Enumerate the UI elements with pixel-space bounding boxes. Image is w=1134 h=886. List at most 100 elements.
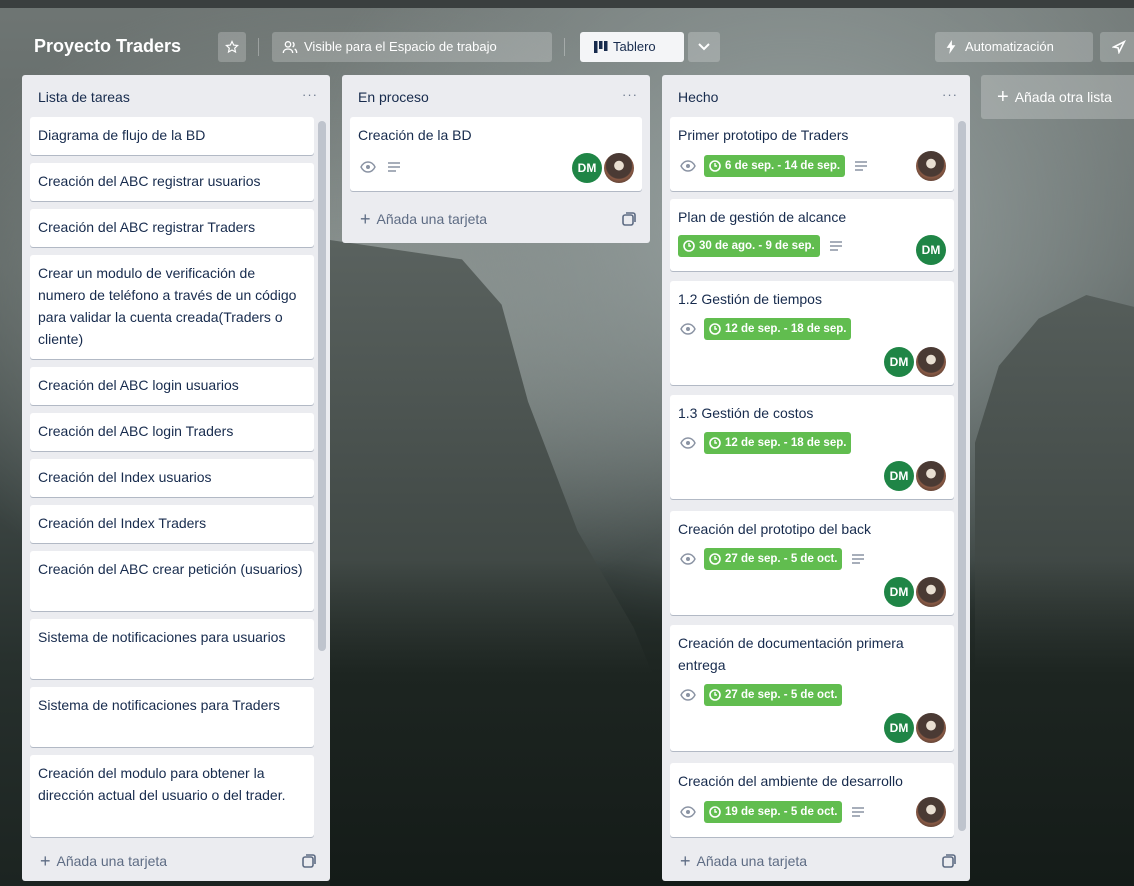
card[interactable]: Sistema de notificaciones para Traders xyxy=(30,687,314,747)
view-dropdown-button[interactable] xyxy=(688,32,720,62)
list-scrollbar[interactable] xyxy=(318,121,326,651)
list-header[interactable]: En proceso ··· xyxy=(342,75,650,117)
due-date-badge[interactable]: 27 de sep. - 5 de oct. xyxy=(704,684,843,706)
view-switcher-button[interactable]: Tablero xyxy=(580,32,684,62)
card[interactable]: Sistema de notificaciones para usuarios xyxy=(30,619,314,679)
header-divider xyxy=(258,38,259,56)
add-list-button[interactable]: + Añada otra lista xyxy=(981,75,1134,119)
due-date-badge[interactable]: 19 de sep. - 5 de oct. xyxy=(704,801,843,823)
card-title: Creación del ABC crear petición (usuario… xyxy=(38,561,303,577)
card[interactable]: Creación del Index Traders xyxy=(30,505,314,543)
member-avatar-photo[interactable] xyxy=(916,347,946,377)
power-ups-button[interactable] xyxy=(1100,32,1134,62)
card-title: Plan de gestión de alcance xyxy=(678,209,847,225)
automation-label: Automatización xyxy=(965,39,1054,54)
card[interactable]: Crear un modulo de verificación de numer… xyxy=(30,255,314,359)
add-list-label: Añada otra lista xyxy=(1014,89,1112,105)
card-members: DM xyxy=(882,347,946,377)
board-title[interactable]: Proyecto Traders xyxy=(26,32,189,60)
member-avatar-dm[interactable]: DM xyxy=(884,713,914,743)
card-title: Creación del ABC login usuarios xyxy=(38,377,239,393)
card[interactable]: Creación de la BD DM xyxy=(350,117,642,191)
card[interactable]: Creación del prototipo del back 27 de se… xyxy=(670,511,954,615)
card-template-icon[interactable] xyxy=(302,854,316,868)
card-template-icon[interactable] xyxy=(622,212,636,226)
star-icon xyxy=(225,40,239,54)
list-en-proceso: En proceso ··· Creación de la BD DM + Aña… xyxy=(342,75,650,243)
member-avatar-photo[interactable] xyxy=(604,153,634,183)
card-members: DM xyxy=(914,235,946,265)
add-card-button[interactable]: + Añada una tarjeta xyxy=(40,849,167,873)
card[interactable]: Diagrama de flujo de la BD xyxy=(30,117,314,155)
list-menu-button[interactable]: ··· xyxy=(622,87,638,102)
automation-button[interactable]: Automatización xyxy=(935,32,1093,62)
header-divider xyxy=(564,38,565,56)
due-date-badge[interactable]: 12 de sep. - 18 de sep. xyxy=(704,318,852,340)
member-avatar-dm[interactable]: DM xyxy=(916,235,946,265)
card[interactable]: Creación del ABC registrar Traders xyxy=(30,209,314,247)
card-members: DM xyxy=(570,153,634,183)
card-title: Creación del ABC registrar Traders xyxy=(38,219,256,235)
member-avatar-dm[interactable]: DM xyxy=(884,461,914,491)
due-date-label: 27 de sep. - 5 de oct. xyxy=(725,689,838,701)
card[interactable]: Creación del ambiente de desarrollo 19 d… xyxy=(670,763,954,837)
card[interactable]: Creación del ABC crear petición (usuario… xyxy=(30,551,314,611)
card[interactable]: Creación del Index usuarios xyxy=(30,459,314,497)
member-avatar-photo[interactable] xyxy=(916,461,946,491)
card-badges: 12 de sep. - 18 de sep. xyxy=(678,432,852,454)
list-title[interactable]: Lista de tareas xyxy=(38,89,130,105)
visibility-button[interactable]: Visible para el Espacio de trabajo xyxy=(272,32,552,62)
add-card-button[interactable]: + Añada una tarjeta xyxy=(680,849,807,873)
rocket-icon xyxy=(1112,40,1126,54)
card-title: Crear un modulo de verificación de numer… xyxy=(38,265,297,347)
card-badges: 6 de sep. - 14 de sep. xyxy=(678,155,871,177)
card[interactable]: Creación de documentación primera entreg… xyxy=(670,625,954,751)
member-avatar-photo[interactable] xyxy=(916,151,946,181)
card-title: Creación de la BD xyxy=(358,127,472,143)
due-date-badge[interactable]: 6 de sep. - 14 de sep. xyxy=(704,155,846,177)
plus-icon: + xyxy=(40,851,51,871)
list-header[interactable]: Lista de tareas ··· xyxy=(22,75,330,117)
card-title: Creación del modulo para obtener la dire… xyxy=(38,765,286,803)
list-scrollbar[interactable] xyxy=(958,121,966,831)
card-title: Sistema de notificaciones para usuarios xyxy=(38,629,286,645)
list-title[interactable]: En proceso xyxy=(358,89,429,105)
clock-icon xyxy=(709,806,721,818)
list-menu-button[interactable]: ··· xyxy=(302,87,318,102)
member-avatar-photo[interactable] xyxy=(916,577,946,607)
due-date-badge[interactable]: 27 de sep. - 5 de oct. xyxy=(704,548,843,570)
card[interactable]: Creación del ABC login Traders xyxy=(30,413,314,451)
card-template-icon[interactable] xyxy=(942,854,956,868)
card-members: DM xyxy=(882,577,946,607)
plus-icon: + xyxy=(680,851,691,871)
card[interactable]: 1.3 Gestión de costos 12 de sep. - 18 de… xyxy=(670,395,954,499)
list-title[interactable]: Hecho xyxy=(678,89,718,105)
window-top-strip xyxy=(0,0,1134,8)
due-date-badge[interactable]: 12 de sep. - 18 de sep. xyxy=(704,432,852,454)
card[interactable]: Creación del ABC login usuarios xyxy=(30,367,314,405)
member-avatar-photo[interactable] xyxy=(916,797,946,827)
add-card-button[interactable]: + Añada una tarjeta xyxy=(360,207,487,231)
member-avatar-dm[interactable]: DM xyxy=(884,577,914,607)
card[interactable]: Plan de gestión de alcance 30 de ago. - … xyxy=(670,199,954,271)
star-button[interactable] xyxy=(218,32,246,62)
member-avatar-photo[interactable] xyxy=(916,713,946,743)
card[interactable]: Creación del modulo para obtener la dire… xyxy=(30,755,314,837)
member-avatar-dm[interactable]: DM xyxy=(572,153,602,183)
card[interactable]: 1.2 Gestión de tiempos 12 de sep. - 18 d… xyxy=(670,281,954,385)
chevron-down-icon xyxy=(698,43,710,51)
card-title: Sistema de notificaciones para Traders xyxy=(38,697,281,713)
card-title: Creación de documentación primera entreg… xyxy=(678,635,904,673)
list-header[interactable]: Hecho ··· xyxy=(662,75,970,117)
card[interactable]: Creación del ABC registrar usuarios xyxy=(30,163,314,201)
view-label: Tablero xyxy=(613,39,656,54)
list-hecho: Hecho ··· Primer prototipo de Traders 6 … xyxy=(662,75,970,881)
list-menu-button[interactable]: ··· xyxy=(942,87,958,102)
card[interactable]: Primer prototipo de Traders 6 de sep. - … xyxy=(670,117,954,191)
card-members: DM xyxy=(882,713,946,743)
due-date-badge[interactable]: 30 de ago. - 9 de sep. xyxy=(678,235,820,257)
eye-icon xyxy=(678,433,698,453)
member-avatar-dm[interactable]: DM xyxy=(884,347,914,377)
card-title: Creación del ABC login Traders xyxy=(38,423,234,439)
description-icon xyxy=(384,157,404,177)
